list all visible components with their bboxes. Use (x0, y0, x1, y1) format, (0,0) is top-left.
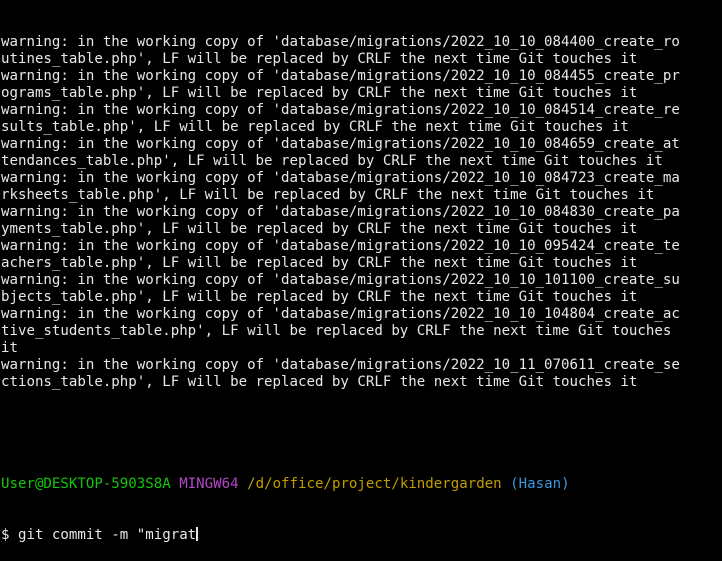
output-line: ctions_table.php', LF will be replaced b… (1, 374, 638, 390)
output-line: warning: in the working copy of 'databas… (1, 204, 680, 220)
terminal-output: warning: in the working copy of 'databas… (1, 34, 722, 391)
terminal-window[interactable]: warning: in the working copy of 'databas… (0, 0, 722, 543)
output-line: utines_table.php', LF will be replaced b… (1, 51, 638, 67)
prompt-user-host: User@DESKTOP-5903S8A (1, 476, 171, 492)
output-line: rksheets_table.php', LF will be replaced… (1, 187, 655, 203)
output-line: achers_table.php', LF will be replaced b… (1, 255, 638, 271)
output-line: warning: in the working copy of 'databas… (1, 357, 680, 373)
output-line: warning: in the working copy of 'databas… (1, 136, 680, 152)
text-cursor (196, 527, 199, 541)
output-line: it (1, 340, 18, 356)
output-line: warning: in the working copy of 'databas… (1, 170, 680, 186)
prompt-path: /d/office/project/kindergarden (247, 476, 502, 492)
output-line: bjects_table.php', LF will be replaced b… (1, 289, 638, 305)
prompt-shell: MINGW64 (179, 476, 239, 492)
command-input-line[interactable]: $ git commit -m "migrat (1, 527, 722, 544)
prompt-branch: (Hasan) (510, 476, 570, 492)
output-line: warning: in the working copy of 'databas… (1, 102, 680, 118)
command-text[interactable]: $ git commit -m "migrat (1, 527, 196, 543)
output-line: warning: in the working copy of 'databas… (1, 238, 680, 254)
output-line: warning: in the working copy of 'databas… (1, 34, 680, 50)
output-line: warning: in the working copy of 'databas… (1, 306, 680, 322)
output-line: sults_table.php', LF will be replaced by… (1, 119, 629, 135)
shell-prompt: User@DESKTOP-5903S8A MINGW64 /d/office/p… (1, 476, 722, 493)
output-line: yments_table.php', LF will be replaced b… (1, 221, 638, 237)
output-line: warning: in the working copy of 'databas… (1, 272, 680, 288)
output-line: tendances_table.php', LF will be replace… (1, 153, 663, 169)
output-line: warning: in the working copy of 'databas… (1, 68, 680, 84)
output-line: ograms_table.php', LF will be replaced b… (1, 85, 638, 101)
output-line: tive_students_table.php', LF will be rep… (1, 323, 672, 339)
